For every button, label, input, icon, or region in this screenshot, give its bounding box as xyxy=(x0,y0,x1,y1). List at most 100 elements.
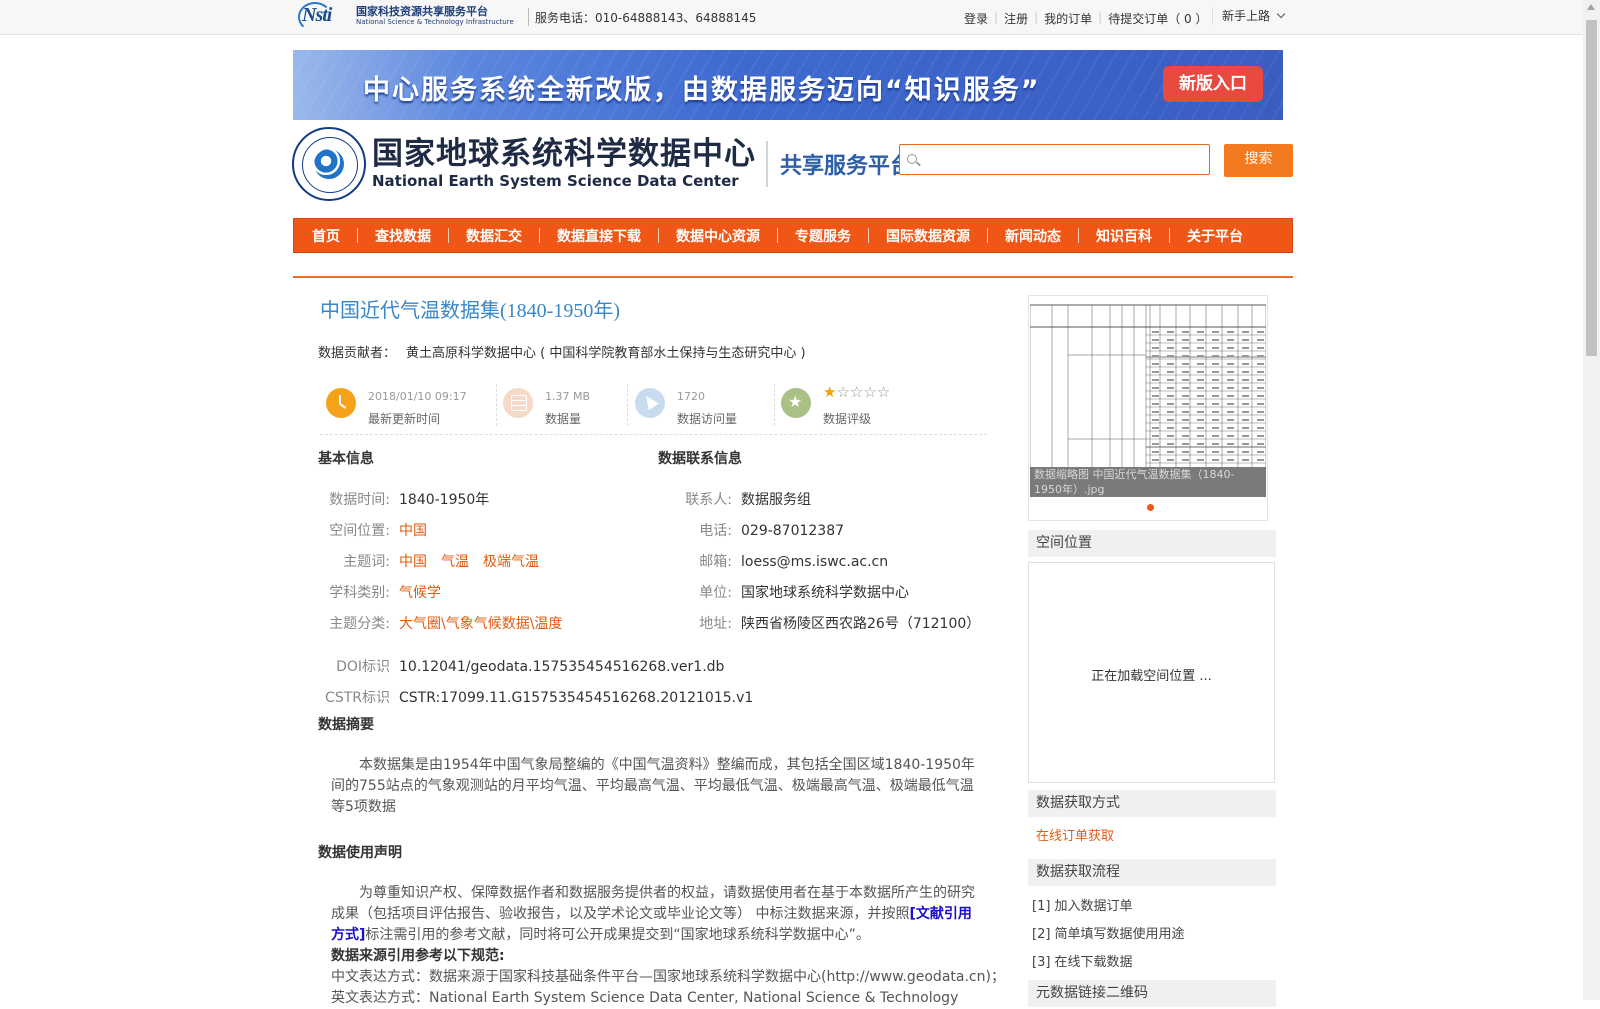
field-discipline: 学科类别: 气候学 xyxy=(329,585,441,601)
thumbnail-caption: 数据缩略图 中国近代气温数据集（1840-1950年）.jpg xyxy=(1030,467,1266,497)
field-data-time: 数据时间: 1840-1950年 xyxy=(329,492,490,508)
star-empty-icon[interactable]: ☆ xyxy=(863,383,876,401)
star-empty-icon[interactable]: ☆ xyxy=(850,383,863,401)
nav-data-submission[interactable]: 数据汇交 xyxy=(466,226,522,246)
cursor-icon xyxy=(635,388,665,418)
banner-text: 中心服务系统全新改版，由数据服务迈向“知识服务” xyxy=(363,75,1041,106)
nav-news[interactable]: 新闻动态 xyxy=(1005,226,1061,246)
stat-rating: ★ ★☆☆☆☆ 数据评级 xyxy=(781,383,941,426)
contact-info-heading: 数据联系信息 xyxy=(658,451,742,467)
nav-center-resources[interactable]: 数据中心资源 xyxy=(676,226,760,246)
data-center-seal-icon xyxy=(292,127,366,201)
register-link[interactable]: 注册 xyxy=(1004,10,1028,27)
data-center-name-cn: 国家地球系统科学数据中心 xyxy=(372,135,756,172)
top-links: 登录 | 注册 | 我的订单 | 待提交订单（ 0 ） xyxy=(964,10,1208,27)
field-keywords: 主题词: 中国 气温 极端气温 xyxy=(343,554,539,570)
star-empty-icon[interactable]: ☆ xyxy=(836,383,849,401)
access-method-heading: 数据获取方式 xyxy=(1028,790,1276,817)
nav-about[interactable]: 关于平台 xyxy=(1187,226,1243,246)
scroll-thumb[interactable] xyxy=(1586,20,1597,356)
content-top-rule xyxy=(293,276,1293,278)
field-cstr: CSTR标识 CSTR:17099.11.G157535454516268.201… xyxy=(325,690,754,706)
keyword-link[interactable]: 中国 xyxy=(399,554,427,570)
map-loading-text: 正在加载空间位置 ... xyxy=(1091,669,1212,684)
usage-heading: 数据使用声明 xyxy=(318,845,402,861)
nav-home[interactable]: 首页 xyxy=(312,226,340,246)
dataset-stats: 2018/01/10 09:17 最新更新时间 1.37 MB 数据量 1720… xyxy=(320,380,987,435)
new-version-entry-button[interactable]: 新版入口 xyxy=(1163,66,1263,102)
layers-icon xyxy=(503,388,533,418)
dataset-contributor: 数据贡献者： 黄土高原科学数据中心 ( 中国科学院教育部水土保持与生态研究中心 ) xyxy=(318,346,806,361)
field-category: 主题分类: 大气圈\气象气候数据\温度 xyxy=(329,616,563,632)
field-email: 邮箱: loess@ms.iswc.ac.cn xyxy=(699,554,889,570)
field-org: 单位: 国家地球系统科学数据中心 xyxy=(699,585,909,601)
stat-updated: 2018/01/10 09:17 最新更新时间 xyxy=(326,384,486,426)
field-address: 地址: 陕西省杨陵区西农路26号（712100） xyxy=(699,616,981,632)
platform-name: 共享服务平台 xyxy=(780,154,913,179)
dataset-thumbnail-carousel[interactable]: 数据缩略图 中国近代气温数据集（1840-1950年）.jpg xyxy=(1028,295,1268,521)
dataset-title: 中国近代气温数据集(1840-1950年) xyxy=(320,300,620,322)
nav-international-resources[interactable]: 国际数据资源 xyxy=(886,226,970,246)
main-nav: 首页 查找数据 数据汇交 数据直接下载 数据中心资源 专题服务 国际数据资源 新… xyxy=(293,218,1293,253)
access-process-heading: 数据获取流程 xyxy=(1028,859,1276,886)
nav-find-data[interactable]: 查找数据 xyxy=(375,226,431,246)
online-order-link[interactable]: 在线订单获取 xyxy=(1036,825,1114,844)
new-version-banner[interactable]: 中心服务系统全新改版，由数据服务迈向“知识服务” 新版入口 xyxy=(293,50,1283,120)
field-phone: 电话: 029-87012387 xyxy=(699,523,845,539)
usage-text: 为尊重知识产权、保障数据作者和数据服务提供者的权益，请数据使用者在基于本数据所产… xyxy=(331,883,1005,1009)
data-center-logo[interactable]: 国家地球系统科学数据中心 National Earth System Scien… xyxy=(292,126,912,202)
star-empty-icon[interactable]: ☆ xyxy=(877,383,890,401)
citation-en-line: 英文表达方式：National Earth System Science Dat… xyxy=(331,990,959,1006)
keyword-link[interactable]: 气温 xyxy=(441,554,469,570)
login-link[interactable]: 登录 xyxy=(964,10,988,27)
abstract-text: 本数据集是由1954年中国气象局整编的《中国气温资料》整编而成，其包括全国区域1… xyxy=(331,757,975,815)
basic-info-heading: 基本信息 xyxy=(318,451,374,467)
nsti-logo-cn: 国家科技资源共享服务平台 xyxy=(356,5,488,18)
star-badge-icon: ★ xyxy=(781,388,811,418)
carousel-dot[interactable] xyxy=(1147,504,1154,511)
citation-cn-line: 中文表达方式：数据来源于国家科技基础条件平台—国家地球系统科学数据中心(http… xyxy=(331,969,1005,985)
process-step: [3] 在线下载数据 xyxy=(1032,955,1133,970)
my-orders-link[interactable]: 我的订单 xyxy=(1044,10,1092,27)
service-hotline: 服务电话：010-64888143、64888145 xyxy=(535,11,757,25)
nsti-logo-en: National Science & Technology Infrastruc… xyxy=(356,18,514,26)
field-doi: DOI标识 10.12041/geodata.157535454516268.ve… xyxy=(336,659,725,675)
metadata-qr-heading: 元数据链接二维码 xyxy=(1028,980,1276,1007)
field-space: 空间位置: 中国 xyxy=(329,523,427,539)
top-bar: Nsti 国家科技资源共享服务平台 National Science & Tec… xyxy=(0,0,1583,35)
nav-topic-services[interactable]: 专题服务 xyxy=(795,226,851,246)
clock-icon xyxy=(326,388,356,418)
beginner-guide-menu[interactable]: 新手上路 xyxy=(1222,7,1286,24)
nav-knowledge[interactable]: 知识百科 xyxy=(1096,226,1152,246)
search-input[interactable] xyxy=(922,149,1206,171)
citation-rules-heading: 数据来源引用参考以下规范: xyxy=(331,948,505,964)
search-box[interactable] xyxy=(899,144,1210,175)
page-scrollbar[interactable] xyxy=(1583,0,1600,1000)
space-link[interactable]: 中国 xyxy=(399,523,427,539)
beginner-guide-label: 新手上路 xyxy=(1222,9,1271,23)
pending-orders-link[interactable]: 待提交订单（ 0 ） xyxy=(1108,10,1207,27)
keyword-link[interactable]: 极端气温 xyxy=(483,554,539,570)
space-location-map[interactable]: 正在加载空间位置 ... xyxy=(1028,562,1275,783)
nav-direct-download[interactable]: 数据直接下载 xyxy=(557,226,641,246)
rating-stars[interactable]: ★☆☆☆☆ xyxy=(823,383,890,401)
search-icon xyxy=(907,154,917,164)
process-step: [2] 简单填写数据使用用途 xyxy=(1032,927,1185,942)
field-contact: 联系人: 数据服务组 xyxy=(685,492,811,508)
star-filled-icon[interactable]: ★ xyxy=(823,383,836,401)
dataset-thumbnail-image[interactable]: 数据缩略图 中国近代气温数据集（1840-1950年）.jpg xyxy=(1030,297,1266,497)
nsti-logo[interactable]: Nsti 国家科技资源共享服务平台 National Science & Tec… xyxy=(298,2,514,32)
search-button[interactable]: 搜索 xyxy=(1224,144,1293,177)
discipline-link[interactable]: 气候学 xyxy=(399,585,441,601)
divider xyxy=(528,8,529,26)
chevron-down-icon xyxy=(1276,9,1286,18)
abstract-heading: 数据摘要 xyxy=(318,717,374,733)
category-link[interactable]: 大气圈\气象气候数据\温度 xyxy=(399,616,562,632)
data-center-name-en: National Earth System Science Data Cente… xyxy=(372,172,739,191)
space-location-heading: 空间位置 xyxy=(1028,530,1276,557)
process-step: [1] 加入数据订单 xyxy=(1032,899,1133,914)
stat-size: 1.37 MB 数据量 xyxy=(503,384,623,426)
scroll-up-arrow-icon[interactable] xyxy=(1587,4,1595,10)
stat-visits: 1720 数据访问量 xyxy=(635,384,765,426)
nsti-logo-icon: Nsti xyxy=(298,2,352,32)
